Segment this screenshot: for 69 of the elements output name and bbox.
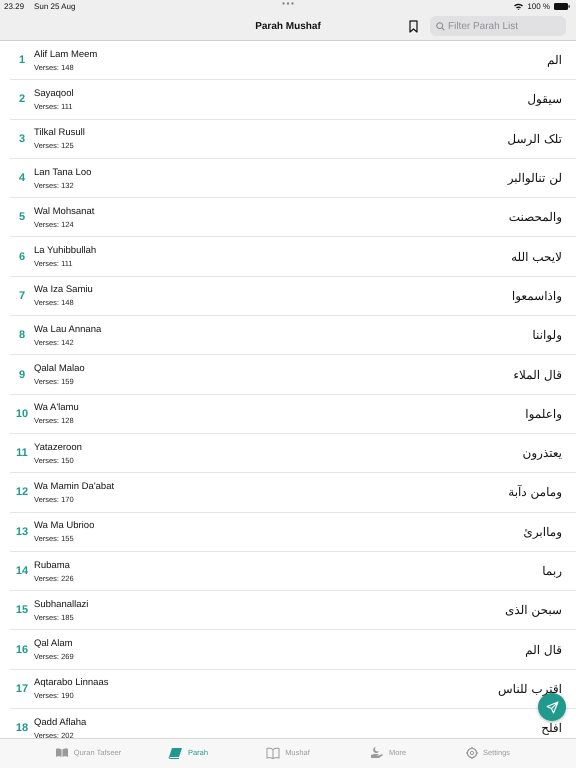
arabic-title: ولواننا (532, 328, 562, 342)
arabic-title: وماابرئ (523, 524, 562, 539)
parah-number: 18 (14, 722, 30, 734)
parah-number: 11 (15, 447, 29, 460)
parah-name: Wa Iza Samiu (34, 284, 94, 296)
arabic-title: سيقول (527, 92, 562, 106)
arabic-title: اقترب للناس (498, 682, 562, 696)
parah-number: 16 (14, 644, 30, 656)
parah-name: Wa Lau Annana (34, 324, 102, 335)
parah-name: La Yuhibbullah (34, 245, 98, 256)
parah-name: Wa Ma Ubrioo (34, 520, 96, 532)
parah-number: 2 (18, 93, 26, 106)
more-dots-icon[interactable] (282, 2, 294, 5)
battery-percent: 100 % (527, 2, 550, 10)
arabic-title: ومامن دآبة (508, 485, 562, 500)
arabic-title: قال الم (525, 642, 562, 657)
parah-name: Sayaqool (34, 88, 75, 99)
parah-number: 10 (14, 408, 30, 420)
parah-number: 13 (14, 526, 30, 538)
parah-number: 6 (18, 250, 26, 263)
parah-number: 4 (18, 172, 26, 184)
parah-number: 7 (18, 290, 26, 302)
parah-number: 5 (18, 211, 26, 224)
parah-name: Wa Mamin Da'abat (34, 480, 116, 492)
open-book-icon (266, 746, 280, 758)
arabic-title: لن تنالوالبر (508, 171, 562, 186)
arabic-title: ربما (542, 564, 562, 578)
parah-number: 3 (18, 132, 26, 145)
hand-moon-icon (370, 746, 384, 759)
parah-number: 9 (18, 368, 26, 381)
nav-title: Parah Mushaf (255, 20, 321, 32)
parah-number: 8 (18, 329, 26, 342)
parah-name: Wal Mohsanat (34, 206, 96, 217)
arabic-title: افلح (541, 721, 562, 736)
arabic-title: والمحصنت (508, 210, 562, 224)
wifi-icon (514, 2, 524, 10)
parah-name: Qalal Malao (34, 363, 86, 374)
battery-icon (554, 2, 570, 10)
arabic-title: قال الملاء (513, 368, 562, 382)
arabic-title: واذاسمعوا (512, 288, 562, 303)
parah-number: 1 (18, 54, 26, 66)
parah-number: 17 (14, 682, 30, 695)
parah-name: Rubama (34, 560, 71, 570)
search-field[interactable]: Filter Parah List (430, 16, 566, 36)
arabic-title: يعتذرون (522, 446, 562, 460)
status-date: Sun 25 Aug (34, 2, 76, 10)
arabic-title: واعلموا (525, 406, 562, 421)
status-time: 23.29 (4, 2, 24, 10)
book-icon (168, 746, 183, 758)
arabic-title: سبحن الذى (504, 603, 562, 618)
arabic-title: الم (547, 53, 562, 68)
parah-name: Wa A'lamu (34, 402, 80, 414)
parah-name: Alif Lam Meem (34, 48, 98, 60)
parah-number: 14 (14, 565, 30, 577)
parah-name: Lan Tana Loo (34, 166, 92, 178)
parah-number: 12 (14, 486, 30, 498)
parah-number: 15 (14, 604, 30, 616)
parah-name: Aqtarabo Linnaas (34, 677, 110, 688)
parah-name: Qadd Aflaha (34, 716, 88, 728)
books-icon (54, 747, 69, 758)
arabic-title: تلک الرسل (507, 132, 562, 146)
parah-name: Tilkal Rusull (34, 127, 86, 138)
arabic-title: لايحب الله (511, 250, 562, 264)
settings-icon (466, 746, 478, 758)
paper-plane-icon (546, 700, 558, 714)
parah-name: Yatazeroon (34, 442, 83, 453)
parah-name: Qal Alam (34, 638, 74, 650)
bookmark-icon[interactable] (409, 20, 418, 32)
parah-name: Subhanallazi (34, 598, 90, 610)
